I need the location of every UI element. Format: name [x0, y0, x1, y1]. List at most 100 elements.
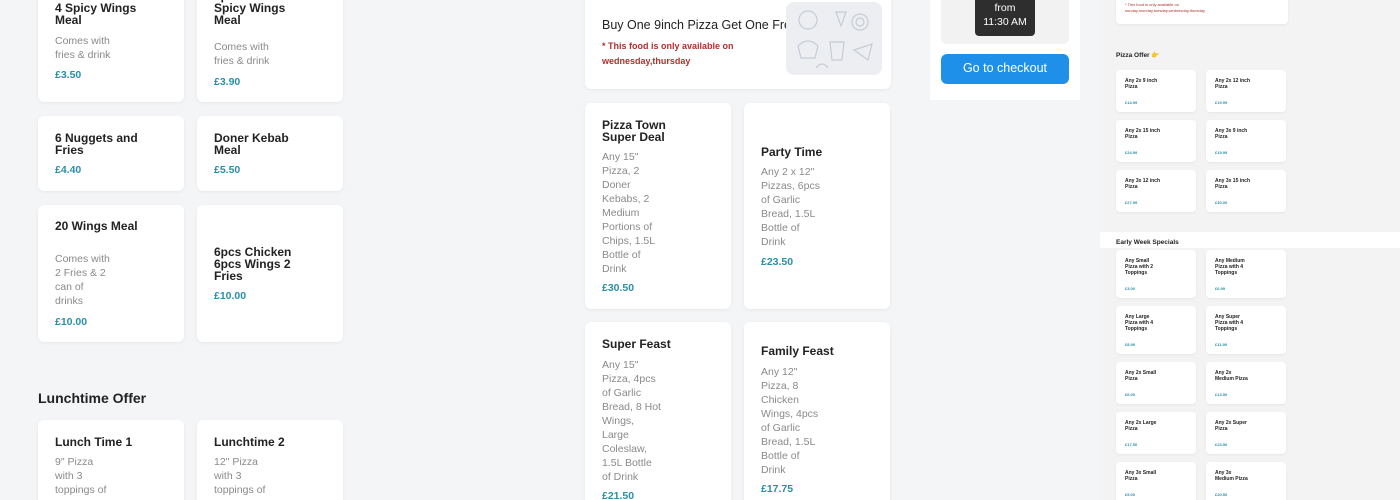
preview-pizza-offer-card[interactable]: Any 2x 9 inch Pizza £14.99 — [1116, 70, 1196, 112]
preview-item-price: £8.99 — [1125, 342, 1136, 347]
preview-special-card[interactable]: Any 2x Super Pizza £23.50 — [1206, 412, 1286, 454]
opening-time-value: 11:30 AM — [983, 16, 1027, 28]
menu-card-super-feast[interactable]: Super Feast Any 15" Pizza, 4pcs of Garli… — [585, 322, 731, 500]
menu-card-desc: Comes with 2 Fries & 2 can of drinks — [55, 253, 110, 307]
preview-item-name: Any 2x Medium Pizza — [1215, 370, 1248, 382]
menu-card-price: £30.50 — [602, 282, 635, 294]
preview-pizza-offer-card[interactable]: Any 3x 12 inch Pizza £27.99 — [1116, 170, 1196, 212]
menu-card-chicken-wings-fries[interactable]: 6pcs Chicken 6pcs Wings 2 Fries £10.00 — [197, 205, 343, 342]
preview-item-name: Any Super Pizza with 4 Toppings — [1215, 314, 1244, 332]
menu-card-title: Lunchtime 2 — [214, 435, 285, 449]
menu-card-title: Super Feast — [602, 337, 671, 351]
preview-item-name: Any 3x 9 inch Pizza — [1215, 128, 1248, 140]
menu-card-price: £10.00 — [55, 316, 88, 328]
preview-special-card[interactable]: Any Medium Pizza with 4 Toppings £6.99 — [1206, 250, 1286, 298]
menu-card-spicy-wings-meal[interactable]: 4 Spicy Wings Meal Comes with fries & dr… — [38, 0, 184, 102]
preview-item-name: Any Small Pizza with 2 Toppings — [1125, 258, 1154, 276]
preview-pizza-offer-heading: Pizza Offer 👉 — [1116, 52, 1160, 59]
opening-time-from: from — [994, 2, 1016, 14]
food-illustration-image — [786, 2, 882, 75]
preview-item-price: £6.99 — [1215, 286, 1226, 291]
preview-item-name: Any 2x Large Pizza — [1125, 420, 1157, 432]
preview-item-price: £27.99 — [1125, 200, 1138, 205]
preview-item-price: £11.99 — [1215, 342, 1228, 347]
preview-early-week-heading: Early Week Specials — [1116, 239, 1179, 246]
promo-card-buy-one-get-one[interactable]: Buy One 9inch Pizza Get One Free * This … — [585, 0, 891, 89]
preview-item-price: £13.50 — [1215, 392, 1228, 397]
menu-card-nuggets-fries[interactable]: 6 Nuggets and Fries £4.40 — [38, 116, 184, 191]
preview-item-price: £19.99 — [1215, 150, 1228, 155]
menu-card-price: £21.50 — [602, 490, 635, 500]
menu-card-title: 6 Nuggets and Fries — [55, 131, 138, 157]
preview-pizza-offer-card[interactable]: Any 2x 15 inch Pizza £24.99 — [1116, 120, 1196, 162]
preview-item-price: £30.00 — [1215, 200, 1228, 205]
menu-card-family-feast[interactable]: Family Feast Any 12" Pizza, 8 Chicken Wi… — [744, 322, 890, 500]
preview-item-name: Any Medium Pizza with 4 Toppings — [1215, 258, 1245, 276]
menu-card-price: £23.50 — [761, 256, 794, 268]
menu-card-title: 20 Wings Meal — [55, 219, 138, 233]
preview-item-price: £20.50 — [1215, 492, 1228, 497]
menu-card-pizza-town-super-deal[interactable]: Pizza Town Super Deal Any 15" Pizza, 2 D… — [585, 103, 731, 309]
preview-pizza-offer-card[interactable]: Any 3x 15 inch Pizza £30.00 — [1206, 170, 1286, 212]
preview-special-card[interactable]: Any Super Pizza with 4 Toppings £11.99 — [1206, 306, 1286, 354]
preview-availability-note: * This food is only available on sunday,… — [1125, 2, 1205, 13]
menu-card-desc: Comes with fries & drink — [214, 41, 270, 67]
menu-card-title: 6pcs Chicken 6pcs Wings 2 Fries — [214, 245, 292, 283]
preview-item-price: £23.50 — [1215, 442, 1228, 447]
menu-card-chicken-spicy-wings-meal[interactable]: 1pc Chicken 2 Spicy Wings Meal Comes wit… — [197, 0, 343, 102]
preview-item-name: Any 3x Medium Pizza — [1215, 470, 1248, 482]
preview-pizza-offer-card[interactable]: Any 2x 12 inch Pizza £19.99 — [1206, 70, 1286, 112]
menu-card-title: Party Time — [761, 145, 823, 159]
promo-availability-note: * This food is only available on wednesd… — [602, 41, 734, 66]
go-to-checkout-button[interactable]: Go to checkout — [941, 54, 1069, 84]
menu-card-doner-kebab-meal[interactable]: Doner Kebab Meal £5.50 — [197, 116, 343, 191]
preview-item-name: Any 2x Super Pizza — [1215, 420, 1247, 432]
preview-item-name: Any Large Pizza with 4 Toppings — [1125, 314, 1154, 332]
menu-card-title: Doner Kebab Meal — [214, 131, 289, 157]
preview-promo-card[interactable]: * This food is only available on sunday,… — [1116, 0, 1288, 24]
preview-special-card[interactable]: Any 3x Small Pizza £9.00 — [1116, 462, 1196, 500]
menu-card-title: Family Feast — [761, 344, 834, 358]
preview-item-price: £3.00 — [1125, 286, 1136, 291]
menu-card-desc: Any 15" Pizza, 2 Doner Kebabs, 2 Medium … — [602, 151, 656, 275]
menu-card-lunch-time-1[interactable]: Lunch Time 1 9" Pizza with 3 toppings of — [38, 420, 184, 500]
preview-item-price: £24.99 — [1125, 150, 1138, 155]
menu-card-party-time[interactable]: Party Time Any 2 x 12" Pizzas, 6pcs of G… — [744, 103, 890, 309]
menu-card-title: 4 Spicy Wings Meal — [55, 1, 137, 27]
preview-item-price: £6.00 — [1125, 392, 1136, 397]
preview-item-price: £17.50 — [1125, 442, 1138, 447]
preview-special-card[interactable]: Any Large Pizza with 4 Toppings £8.99 — [1116, 306, 1196, 354]
preview-item-price: £14.99 — [1125, 100, 1138, 105]
preview-item-price: £9.00 — [1125, 492, 1136, 497]
lunchtime-offer-heading: Lunchtime Offer — [38, 390, 147, 406]
menu-preview-thumbnail: * This food is only available on sunday,… — [1100, 0, 1400, 500]
preview-special-card[interactable]: Any 2x Medium Pizza £13.50 — [1206, 362, 1286, 404]
menu-card-desc: 9" Pizza with 3 toppings of — [55, 456, 107, 496]
menu-card-title: Lunch Time 1 — [55, 435, 133, 449]
preview-item-price: £19.99 — [1215, 100, 1228, 105]
menu-card-price: £3.50 — [55, 69, 82, 81]
menu-card-desc: Any 15" Pizza, 4pcs of Garlic Bread, 8 H… — [602, 359, 661, 483]
menu-card-20-wings-meal[interactable]: 20 Wings Meal Comes with 2 Fries & 2 can… — [38, 205, 184, 342]
preview-pizza-offer-card[interactable]: Any 3x 9 inch Pizza £19.99 — [1206, 120, 1286, 162]
menu-card-desc: Any 2 x 12" Pizzas, 6pcs of Garlic Bread… — [761, 166, 820, 248]
preview-special-card[interactable]: Any 3x Medium Pizza £20.50 — [1206, 462, 1286, 500]
menu-card-lunchtime-2[interactable]: Lunchtime 2 12" Pizza with 3 toppings of — [197, 420, 343, 500]
menu-card-desc: Any 12" Pizza, 8 Chicken Wings, 4pcs of … — [761, 366, 819, 476]
preview-item-name: Any 2x 9 inch Pizza — [1125, 78, 1158, 90]
menu-card-title: Pizza Town Super Deal — [602, 118, 666, 144]
promo-title: Buy One 9inch Pizza Get One Free — [602, 18, 798, 32]
menu-card-desc: Comes with fries & drink — [55, 35, 111, 61]
preview-item-name: Any 3x 12 inch Pizza — [1125, 178, 1161, 190]
checkout-panel: from 11:30 AM Go to checkout — [930, 0, 1080, 100]
preview-item-name: Any 2x Small Pizza — [1125, 370, 1157, 382]
preview-item-name: Any 2x 12 inch Pizza — [1215, 78, 1251, 90]
preview-special-card[interactable]: Any 2x Large Pizza £17.50 — [1116, 412, 1196, 454]
preview-item-name: Any 3x Small Pizza — [1125, 470, 1157, 482]
preview-item-name: Any 3x 15 inch Pizza — [1215, 178, 1251, 190]
food-pattern-icon — [797, 10, 873, 69]
menu-card-price: £17.75 — [761, 483, 794, 495]
opening-time-badge: from 11:30 AM — [975, 0, 1035, 36]
preview-special-card[interactable]: Any Small Pizza with 2 Toppings £3.00 — [1116, 250, 1196, 298]
preview-special-card[interactable]: Any 2x Small Pizza £6.00 — [1116, 362, 1196, 404]
